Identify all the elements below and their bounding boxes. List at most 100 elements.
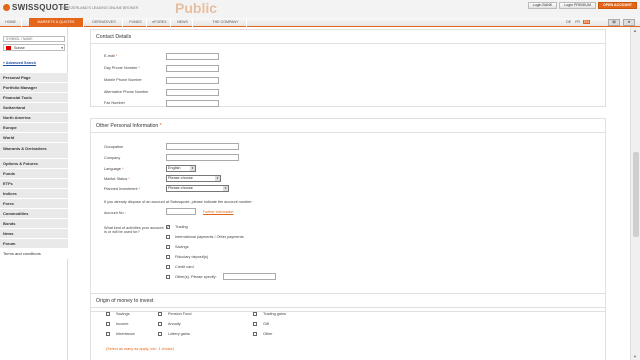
email-label: E-mail [104, 54, 115, 58]
scrollbar-thumb[interactable] [633, 152, 639, 237]
origin-other-label: Other [263, 332, 273, 336]
activity-other-field[interactable] [223, 273, 276, 280]
language-select[interactable]: English ▾ [166, 165, 196, 172]
activity-credit-card-checkbox[interactable] [166, 265, 170, 269]
activity-savings-label: Savings [175, 245, 189, 249]
scroll-down-icon[interactable]: ▼ [633, 354, 637, 359]
activity-savings-checkbox[interactable] [166, 245, 170, 249]
fax-field[interactable] [166, 100, 219, 107]
lang-de[interactable]: DE [565, 20, 572, 24]
sidebar-menu: Personal Page Portfolio Manager Financia… [0, 73, 68, 259]
tab-eforex[interactable]: eFOREX [149, 18, 171, 27]
sidebar-item-funds[interactable]: Funds [0, 169, 68, 179]
sidebar-item-portfolio-manager[interactable]: Portfolio Manager [0, 83, 68, 93]
scroll-up-icon[interactable]: ▲ [633, 28, 637, 33]
company-field[interactable] [166, 154, 239, 161]
account-no-field[interactable] [166, 208, 196, 215]
sidebar-item-north-america[interactable]: North America [0, 113, 68, 123]
market-select[interactable]: Suisse ▾ [3, 44, 65, 51]
chevron-down-icon: ▾ [61, 46, 63, 50]
origin-savings-checkbox[interactable] [106, 312, 110, 316]
activity-intl-payments-checkbox[interactable] [166, 235, 170, 239]
login-buttons: Login BANK Login PREMIUM OPEN ACCOUNT [527, 2, 637, 9]
language-switcher: DE FR EN [565, 20, 590, 24]
language-label: Language [104, 167, 121, 171]
tab-the-company[interactable]: THE COMPANY [205, 18, 247, 27]
origin-income-checkbox[interactable] [106, 322, 110, 326]
contact-details-title: Contact Details [91, 30, 605, 44]
alt-phone-field[interactable] [166, 89, 219, 96]
main-nav: HOME MARKETS & QUOTES DERIVATIVES FUNDS … [0, 18, 640, 27]
origin-trading-gains-checkbox[interactable] [253, 312, 257, 316]
planned-investment-label: Planned Investment [104, 187, 138, 191]
origin-inheritance-label: Inheritance [116, 332, 135, 336]
origin-money-title: Origin of money to invest [91, 294, 605, 308]
page-scrollbar[interactable]: ▲ ▼ [630, 27, 640, 360]
login-bank-button[interactable]: Login BANK [527, 2, 558, 9]
occupation-label: Occupation [104, 145, 124, 149]
sidebar-item-world[interactable]: World [0, 133, 68, 143]
lang-fr[interactable]: FR [574, 20, 581, 24]
origin-gift-checkbox[interactable] [253, 322, 257, 326]
tab-home[interactable]: HOME [0, 18, 22, 27]
left-sidebar: SYMBOL / NAME Suisse ▾ » Advanced Search… [0, 27, 68, 360]
email-field[interactable] [166, 53, 219, 60]
sidebar-item-news[interactable]: News [0, 229, 68, 239]
origin-annuity-label: Annuity [168, 322, 181, 326]
sidebar-item-europe[interactable]: Europe [0, 123, 68, 133]
planned-value: Please choose [168, 186, 193, 190]
language-value: English [168, 166, 181, 170]
advanced-search-link[interactable]: » Advanced Search [3, 61, 36, 65]
sidebar-item-indices[interactable]: Indices [0, 189, 68, 199]
marital-status-select[interactable]: Please choose ▾ [166, 175, 221, 182]
activity-trading-checkbox[interactable] [166, 224, 170, 229]
origin-lottery-checkbox[interactable] [158, 332, 162, 336]
activity-fiduciary-label: Fiduciary deposit(s) [175, 255, 209, 259]
symbol-search-input[interactable]: SYMBOL / NAME [3, 36, 65, 42]
sidebar-item-switzerland[interactable]: Switzerland [0, 103, 68, 113]
swiss-flag-icon [6, 46, 11, 50]
sidebar-item-financial-tools[interactable]: Financial Tools [0, 93, 68, 103]
bookmark-icon[interactable]: ★ [623, 19, 635, 26]
login-premium-button[interactable]: Login PREMIUM [559, 2, 596, 9]
lang-en[interactable]: EN [583, 20, 590, 24]
main-content: Contact Details E-mail * Day Phone Numbe… [90, 27, 606, 360]
tab-markets-quotes[interactable]: MARKETS & QUOTES [29, 18, 84, 27]
swissquote-logo[interactable]: SWISSQUOTE [3, 3, 69, 12]
sidebar-item-commodities[interactable]: Commodities [0, 209, 68, 219]
origin-savings-label: Savings [116, 312, 130, 316]
origin-annuity-checkbox[interactable] [158, 322, 162, 326]
tab-derivatives[interactable]: DERIVATIVES [86, 18, 123, 27]
activity-credit-card-label: Credit card [175, 265, 194, 269]
origin-money-section: Origin of money to invest Savings Income… [90, 293, 606, 360]
tab-news[interactable]: NEWS [173, 18, 193, 27]
open-account-button[interactable]: OPEN ACCOUNT [597, 2, 637, 9]
planned-investment-select[interactable]: Please choose ▾ [166, 185, 229, 192]
further-information-link[interactable]: Further Information [203, 210, 234, 214]
chevron-down-icon: ▾ [215, 176, 220, 181]
sidebar-item-forex[interactable]: Forex [0, 199, 68, 209]
sidebar-item-options-futures[interactable]: Options & Futures [0, 159, 68, 169]
print-icon[interactable]: ▤ [608, 19, 620, 26]
mobile-phone-field[interactable] [166, 77, 219, 84]
marital-value: Please choose [168, 176, 193, 180]
advanced-search-label: Advanced Search [5, 61, 37, 65]
day-phone-field[interactable] [166, 65, 219, 72]
origin-inheritance-checkbox[interactable] [106, 332, 110, 336]
terms-link[interactable]: Terms and conditions [0, 249, 68, 259]
tab-funds[interactable]: FUNDS [125, 18, 147, 27]
contact-details-section: Contact Details E-mail * Day Phone Numbe… [90, 29, 606, 107]
sidebar-item-bonds[interactable]: Bonds [0, 219, 68, 229]
company-label: Company [104, 156, 121, 160]
sidebar-item-etfs[interactable]: ETFs [0, 179, 68, 189]
activity-other-checkbox[interactable] [166, 275, 170, 279]
activity-fiduciary-checkbox[interactable] [166, 255, 170, 259]
sidebar-item-personal-page[interactable]: Personal Page [0, 73, 68, 83]
origin-other-checkbox[interactable] [253, 332, 257, 336]
origin-pension-checkbox[interactable] [158, 312, 162, 316]
sidebar-item-forum[interactable]: Forum [0, 239, 68, 249]
sidebar-item-warrants[interactable]: Warrants & Derivatives [0, 143, 68, 159]
personal-info-section: Other Personal Information * Occupation … [90, 118, 606, 312]
occupation-field[interactable] [166, 143, 239, 150]
public-banner: Public [175, 0, 218, 16]
